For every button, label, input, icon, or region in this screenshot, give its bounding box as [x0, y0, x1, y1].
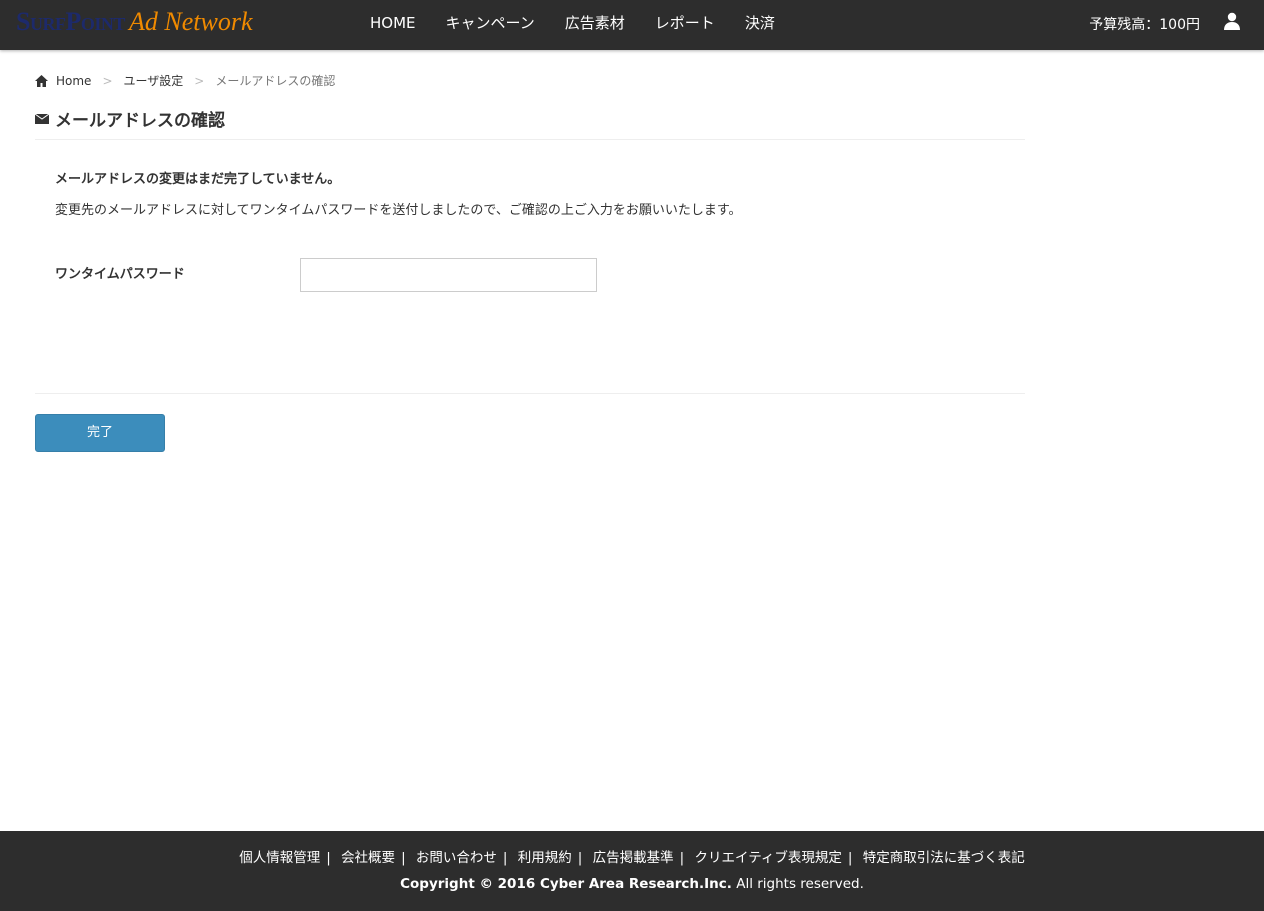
footer-link-contact[interactable]: お問い合わせ [416, 850, 497, 866]
otp-label: ワンタイムパスワード [55, 267, 185, 282]
instruction-message: 変更先のメールアドレスに対してワンタイムパスワードを送付しましたので、ご確認の上… [55, 203, 742, 218]
footer-link-terms[interactable]: 利用規約 [518, 850, 572, 866]
menu-home[interactable]: HOME [355, 0, 431, 46]
logo[interactable]: SurfPoint Ad Network [16, 7, 253, 37]
footer-link-creative-rules[interactable]: クリエイティブ表現規定 [695, 850, 842, 866]
otp-input[interactable] [300, 258, 597, 292]
footer-link-commerce-law[interactable]: 特定商取引法に基づく表記 [863, 850, 1025, 866]
page-title-text: メールアドレスの確認 [55, 111, 225, 131]
breadcrumb-user-settings[interactable]: ユーザ設定 [124, 72, 184, 89]
logo-text: SurfPoint [16, 7, 125, 36]
copyright-rest: All rights reserved. [731, 876, 864, 892]
footer-links: 個人情報管理 | 会社概要 | お問い合わせ | 利用規約 | 広告掲載基準 | クリエイ… [239, 850, 1025, 866]
status-message: メールアドレスの変更はまだ完了していません。 [55, 172, 341, 187]
menu-report[interactable]: レポート [640, 0, 730, 46]
breadcrumb-home[interactable]: Home [56, 74, 91, 88]
divider [35, 393, 1025, 394]
footer-link-company[interactable]: 会社概要 [341, 850, 395, 866]
main-menu: HOME キャンペーン 広告素材 レポート 決済 [355, 0, 790, 46]
footer-link-ad-standards[interactable]: 広告掲載基準 [593, 850, 674, 866]
menu-campaign[interactable]: キャンペーン [431, 0, 550, 46]
breadcrumb: Home > ユーザ設定 > メールアドレスの確認 [35, 72, 335, 89]
footer: 個人情報管理 | 会社概要 | お問い合わせ | 利用規約 | 広告掲載基準 | クリエイ… [0, 831, 1264, 911]
home-icon [35, 74, 48, 87]
submit-button[interactable]: 完了 [35, 414, 165, 452]
top-navbar: SurfPoint Ad Network HOME キャンペーン 広告素材 レポ… [0, 0, 1264, 50]
copyright-owner: Copyright © 2016 Cyber Area Research.Inc… [400, 876, 732, 892]
copyright: Copyright © 2016 Cyber Area Research.Inc… [0, 876, 1264, 892]
user-icon[interactable] [1224, 12, 1240, 30]
logo-subtext: Ad Network [129, 7, 253, 36]
envelope-icon [35, 113, 49, 124]
menu-creatives[interactable]: 広告素材 [550, 0, 640, 46]
breadcrumb-current: メールアドレスの確認 [215, 74, 336, 88]
menu-payment[interactable]: 決済 [730, 0, 790, 46]
budget-balance: 予算残高：100円 [1089, 17, 1200, 33]
footer-link-privacy[interactable]: 個人情報管理 [239, 850, 320, 866]
page-title: メールアドレスの確認 [35, 106, 1025, 140]
